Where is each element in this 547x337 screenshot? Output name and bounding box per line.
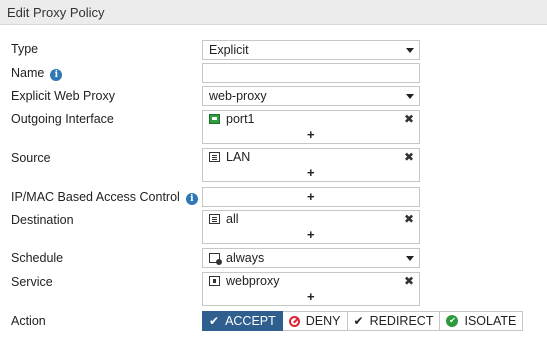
explicit-web-proxy-value: web-proxy xyxy=(209,89,267,103)
source-entry[interactable]: LAN xyxy=(209,150,250,164)
checkmark-icon: ✔ xyxy=(353,314,364,328)
outgoing-interface-value: port1 xyxy=(226,112,255,126)
action-toggle-group: ✔ ACCEPT DENY ✔ REDIRECT ✔ ISOLATE xyxy=(202,311,524,331)
service-entry[interactable]: webproxy xyxy=(209,274,280,288)
ipmac-field[interactable]: + xyxy=(202,187,420,207)
remove-icon[interactable]: ✖ xyxy=(404,150,414,164)
name-input[interactable] xyxy=(202,63,420,83)
action-isolate-label: ISOLATE xyxy=(464,314,517,328)
check-circle-icon: ✔ xyxy=(446,315,459,327)
remove-icon[interactable]: ✖ xyxy=(404,274,414,288)
ipmac-label-wrap: IP/MAC Based Access Control i xyxy=(11,190,198,205)
info-icon[interactable]: i xyxy=(50,69,63,81)
type-label: Type xyxy=(11,42,39,56)
schedule-entry: always xyxy=(209,251,264,265)
dialog-header: Edit Proxy Policy xyxy=(0,0,547,25)
outgoing-interface-entry[interactable]: port1 xyxy=(209,112,255,126)
add-icon[interactable]: + xyxy=(307,228,315,241)
chevron-down-icon xyxy=(406,48,414,53)
schedule-label: Schedule xyxy=(11,251,64,265)
address-icon xyxy=(209,214,220,224)
explicit-web-proxy-label: Explicit Web Proxy xyxy=(11,89,115,103)
type-select[interactable]: Explicit xyxy=(202,40,420,60)
deny-icon xyxy=(288,315,300,327)
action-accept-label: ACCEPT xyxy=(225,314,276,328)
action-redirect-button[interactable]: ✔ REDIRECT xyxy=(347,311,441,331)
destination-field[interactable]: all ✖ + xyxy=(202,210,420,244)
schedule-icon xyxy=(209,253,222,265)
destination-entry[interactable]: all xyxy=(209,212,239,226)
address-icon xyxy=(209,152,220,162)
service-label: Service xyxy=(11,275,53,289)
chevron-down-icon xyxy=(406,256,414,261)
outgoing-interface-field[interactable]: port1 ✖ + xyxy=(202,110,420,144)
type-value: Explicit xyxy=(209,43,249,57)
dialog-title: Edit Proxy Policy xyxy=(7,5,105,20)
add-icon[interactable]: + xyxy=(307,128,315,141)
action-label: Action xyxy=(11,314,46,328)
ipmac-label: IP/MAC Based Access Control xyxy=(11,190,180,204)
remove-icon[interactable]: ✖ xyxy=(404,212,414,226)
service-value: webproxy xyxy=(226,274,280,288)
source-value: LAN xyxy=(226,150,251,164)
name-label: Name xyxy=(11,66,45,80)
info-icon[interactable]: i xyxy=(185,193,198,205)
source-field[interactable]: LAN ✖ + xyxy=(202,148,420,182)
add-icon[interactable]: + xyxy=(307,290,315,303)
schedule-select[interactable]: always xyxy=(202,248,420,268)
explicit-web-proxy-select[interactable]: web-proxy xyxy=(202,86,420,106)
action-deny-label: DENY xyxy=(305,314,341,328)
checkmark-icon: ✔ xyxy=(209,314,220,328)
source-label: Source xyxy=(11,151,51,165)
service-icon xyxy=(209,276,220,286)
name-label-wrap: Name i xyxy=(11,66,63,81)
remove-icon[interactable]: ✖ xyxy=(404,112,414,126)
add-icon[interactable]: + xyxy=(307,190,315,203)
action-isolate-button[interactable]: ✔ ISOLATE xyxy=(440,311,524,331)
action-accept-button[interactable]: ✔ ACCEPT xyxy=(202,311,283,331)
destination-value: all xyxy=(226,212,239,226)
outgoing-interface-label: Outgoing Interface xyxy=(11,112,114,126)
service-field[interactable]: webproxy ✖ + xyxy=(202,272,420,306)
add-icon[interactable]: + xyxy=(307,166,315,179)
chevron-down-icon xyxy=(406,94,414,99)
network-port-icon xyxy=(209,114,220,124)
schedule-value: always xyxy=(226,251,265,265)
action-redirect-label: REDIRECT xyxy=(369,314,434,328)
action-deny-button[interactable]: DENY xyxy=(282,311,348,331)
destination-label: Destination xyxy=(11,213,74,227)
